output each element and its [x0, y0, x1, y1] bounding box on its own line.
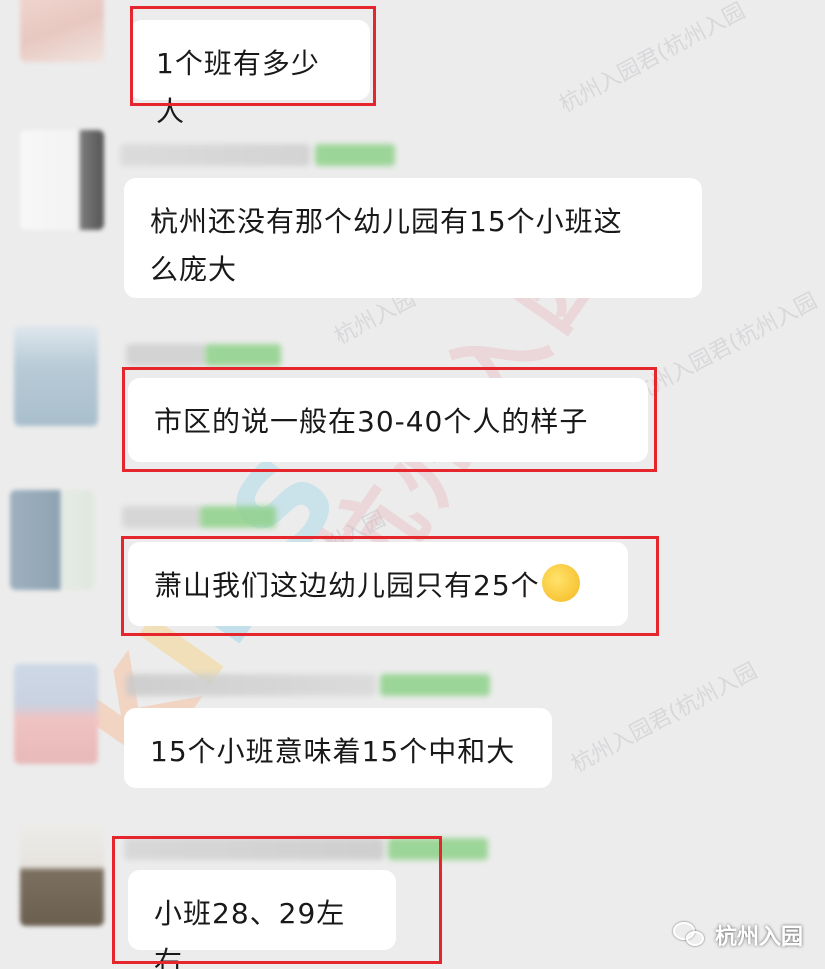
nickname-blurred — [126, 344, 206, 366]
footer-watermark: 杭州入园 — [672, 919, 803, 951]
message-text: 1个班有多少人 — [156, 47, 320, 128]
laughing-crying-face-icon — [541, 564, 580, 602]
nickname-blurred — [122, 506, 202, 528]
text-watermark: 杭州入园君(杭州入园 — [555, 0, 750, 118]
nickname-blurred — [124, 838, 384, 860]
message-text: 15个小班意味着15个中和大 — [150, 735, 516, 768]
text-watermark: 杭州入园君(杭州入园 — [567, 658, 762, 778]
wechat-icon — [672, 922, 707, 948]
avatar[interactable] — [10, 490, 94, 590]
message-bubble: 小班28、29左右 — [128, 870, 396, 969]
message-bubble: 市区的说一般在30-40个人的样子 — [128, 378, 648, 462]
message-text: 么庞大 — [150, 253, 238, 286]
message-text: 市区的说一般在30-40个人的样子 — [154, 405, 589, 438]
message-bubble: 15个小班意味着15个中和大 — [124, 708, 552, 788]
message-bubble: 萧山我们这边幼儿园只有25个 — [128, 542, 628, 626]
avatar[interactable] — [20, 0, 104, 62]
message-text: 小班28、29左右 — [154, 897, 346, 969]
nickname-tag-blurred — [380, 674, 490, 696]
message-bubble: 杭州还没有那个幼儿园有15个小班这 么庞大 — [124, 178, 702, 298]
avatar[interactable] — [20, 826, 104, 926]
nickname-tag-blurred — [388, 838, 488, 860]
avatar[interactable] — [14, 664, 98, 764]
nickname-blurred — [120, 144, 310, 166]
message-text: 萧山我们这边幼儿园只有25个 — [154, 562, 602, 610]
message-text: 杭州还没有那个幼儿园有15个小班这 — [150, 205, 623, 238]
message-bubble: 1个班有多少人 — [130, 20, 370, 128]
avatar[interactable] — [20, 130, 104, 230]
nickname-tag-blurred — [315, 144, 395, 166]
footer-label: 杭州入园 — [714, 925, 803, 950]
nickname-tag-blurred — [200, 506, 276, 528]
text-watermark: 杭州入园君(杭州入园 — [627, 288, 822, 408]
avatar[interactable] — [14, 326, 98, 426]
nickname-tag-blurred — [205, 344, 281, 366]
nickname-blurred — [126, 674, 376, 696]
